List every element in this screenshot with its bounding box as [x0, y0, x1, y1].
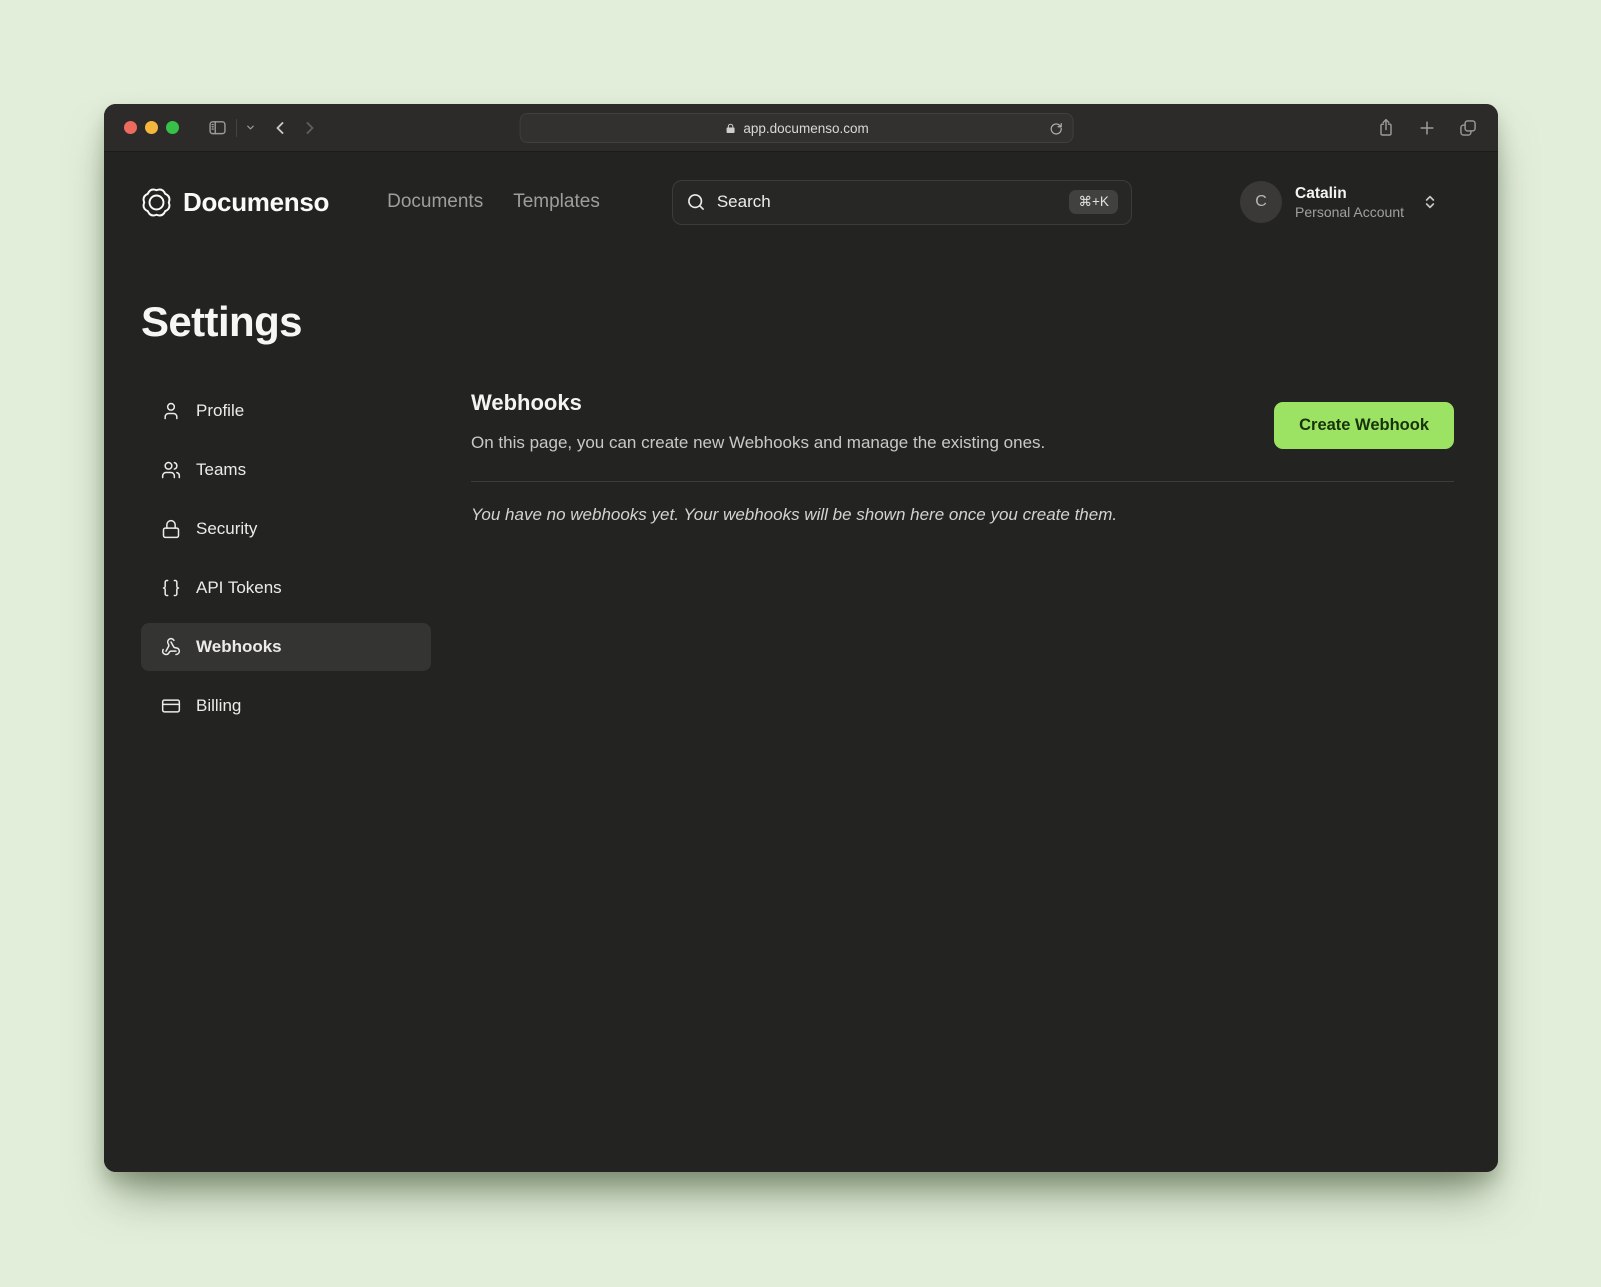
url-bar[interactable]: app.documenso.com — [520, 113, 1074, 143]
sidebar-item-label: Billing — [196, 696, 241, 716]
chevron-down-icon[interactable] — [245, 122, 256, 133]
chevrons-up-down-icon — [1422, 194, 1438, 210]
brand-name: Documenso — [183, 187, 329, 218]
app-content: Documenso Documents Templates Search ⌘+K… — [104, 152, 1498, 1172]
app-header: Documenso Documents Templates Search ⌘+K… — [104, 152, 1498, 252]
chrome-right-controls — [1376, 117, 1478, 138]
divider — [471, 481, 1454, 482]
search-icon — [686, 192, 706, 212]
credit-card-icon — [161, 696, 181, 716]
back-button[interactable] — [270, 118, 290, 138]
top-nav: Documents Templates — [387, 191, 600, 213]
settings-content: Profile Teams Security — [104, 387, 1498, 741]
divider — [236, 119, 237, 137]
url-text: app.documenso.com — [743, 121, 868, 136]
brand[interactable]: Documenso — [141, 187, 329, 218]
settings-sidebar: Profile Teams Security — [141, 387, 431, 741]
lock-icon — [724, 122, 736, 135]
tab-overview-icon[interactable] — [1458, 118, 1478, 138]
close-window-button[interactable] — [124, 121, 137, 134]
braces-icon — [161, 578, 181, 598]
share-icon[interactable] — [1376, 117, 1396, 138]
sidebar-item-api-tokens[interactable]: API Tokens — [141, 564, 431, 612]
forward-button[interactable] — [300, 118, 320, 138]
account-type: Personal Account — [1295, 203, 1404, 221]
search-input[interactable]: Search ⌘+K — [672, 180, 1132, 225]
nav-documents[interactable]: Documents — [387, 191, 483, 213]
webhooks-panel: Webhooks On this page, you can create ne… — [471, 387, 1454, 741]
sidebar-item-label: Teams — [196, 460, 246, 480]
webhooks-description: On this page, you can create new Webhook… — [471, 433, 1045, 453]
user-icon — [161, 401, 181, 421]
account-name: Catalin — [1295, 184, 1404, 203]
search-shortcut-badge: ⌘+K — [1069, 190, 1117, 214]
lock-icon — [161, 519, 181, 539]
sidebar-item-label: API Tokens — [196, 578, 282, 598]
zoom-window-button[interactable] — [166, 121, 179, 134]
account-menu-trigger[interactable]: C Catalin Personal Account — [1240, 181, 1438, 223]
sidebar-item-label: Profile — [196, 401, 244, 421]
reload-icon[interactable] — [1049, 121, 1064, 136]
sidebar-item-billing[interactable]: Billing — [141, 682, 431, 730]
webhooks-title: Webhooks — [471, 390, 1045, 416]
create-webhook-button[interactable]: Create Webhook — [1274, 402, 1454, 449]
new-tab-icon[interactable] — [1417, 118, 1437, 138]
sidebar-item-label: Security — [196, 519, 257, 539]
sidebar-item-profile[interactable]: Profile — [141, 387, 431, 435]
webhooks-empty-state: You have no webhooks yet. Your webhooks … — [471, 505, 1454, 525]
sidebar-item-security[interactable]: Security — [141, 505, 431, 553]
minimize-window-button[interactable] — [145, 121, 158, 134]
documenso-logo-icon — [141, 187, 172, 218]
search-placeholder: Search — [717, 192, 771, 212]
sidebar-item-webhooks[interactable]: Webhooks — [141, 623, 431, 671]
avatar: C — [1240, 181, 1282, 223]
browser-window: app.documenso.com — [104, 104, 1498, 1172]
webhook-icon — [161, 637, 181, 657]
page-title: Settings — [141, 298, 1498, 346]
sidebar-item-label: Webhooks — [196, 637, 282, 657]
browser-chrome: app.documenso.com — [104, 104, 1498, 152]
sidebar-item-teams[interactable]: Teams — [141, 446, 431, 494]
nav-templates[interactable]: Templates — [513, 191, 600, 213]
users-icon — [161, 460, 181, 480]
traffic-lights — [124, 121, 179, 134]
sidebar-toggle-icon[interactable] — [207, 117, 228, 138]
